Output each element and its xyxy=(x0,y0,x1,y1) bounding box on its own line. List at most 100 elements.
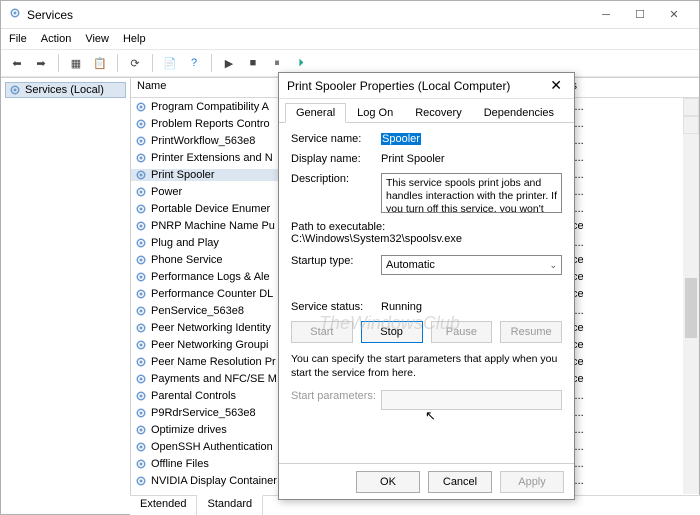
gear-icon xyxy=(135,169,147,181)
gear-icon xyxy=(135,322,147,334)
help-button[interactable]: ? xyxy=(184,53,204,73)
tab-general[interactable]: General xyxy=(285,103,346,123)
properties-dialog: Print Spooler Properties (Local Computer… xyxy=(278,72,575,500)
label-path: Path to executable: xyxy=(291,221,562,233)
tab-logon[interactable]: Log On xyxy=(346,103,404,122)
service-name: Plug and Play xyxy=(151,237,219,249)
service-name: Performance Counter DL xyxy=(151,288,273,300)
gear-icon xyxy=(135,424,147,436)
services-icon xyxy=(9,7,21,22)
service-name: NVIDIA Display Container xyxy=(151,475,277,487)
service-name: Optimize drives xyxy=(151,424,227,436)
separator xyxy=(152,54,153,72)
gear-icon xyxy=(135,288,147,300)
service-name: Portable Device Enumer xyxy=(151,203,270,215)
service-name: Problem Reports Contro xyxy=(151,118,270,130)
gear-icon xyxy=(135,203,147,215)
properties-button[interactable]: 📄 xyxy=(160,53,180,73)
menubar: File Action View Help xyxy=(1,29,699,49)
stop-button[interactable]: Stop xyxy=(361,321,423,343)
tab-standard[interactable]: Standard xyxy=(197,495,263,515)
menu-view[interactable]: View xyxy=(85,33,109,45)
label-service-status: Service status: xyxy=(291,301,381,313)
minimize-button[interactable]: ─ xyxy=(589,4,623,26)
scrollbar-thumb[interactable] xyxy=(685,278,697,338)
note-text: You can specify the start parameters tha… xyxy=(291,353,562,380)
label-description: Description: xyxy=(291,173,381,185)
label-service-name: Service name: xyxy=(291,133,381,145)
startup-type-select[interactable]: Automatic ⌄ xyxy=(381,255,562,275)
cancel-button[interactable]: Cancel xyxy=(428,471,492,493)
forward-button[interactable]: ➡ xyxy=(31,53,51,73)
value-service-name[interactable]: Spooler xyxy=(381,133,421,145)
close-button[interactable]: ✕ xyxy=(657,4,691,26)
resume-button: Resume xyxy=(500,321,562,343)
gear-icon xyxy=(135,118,147,130)
service-name: PenService_563e8 xyxy=(151,305,244,317)
gear-icon xyxy=(135,441,147,453)
startup-type-value: Automatic xyxy=(386,259,435,271)
service-name: OpenSSH Authentication xyxy=(151,441,273,453)
stop-service-button[interactable]: ■ xyxy=(243,53,263,73)
service-name: Program Compatibility A xyxy=(151,101,269,113)
export-button[interactable]: 📋 xyxy=(90,53,110,73)
label-startup-type: Startup type: xyxy=(291,255,381,267)
show-hide-tree-button[interactable]: ▦ xyxy=(66,53,86,73)
dialog-titlebar: Print Spooler Properties (Local Computer… xyxy=(279,73,574,99)
service-name: Phone Service xyxy=(151,254,223,266)
dialog-close-button[interactable]: ✕ xyxy=(546,77,566,94)
gear-icon xyxy=(135,254,147,266)
vertical-scrollbar[interactable] xyxy=(683,98,699,494)
separator xyxy=(58,54,59,72)
service-name: Printer Extensions and N xyxy=(151,152,273,164)
gear-icon xyxy=(135,135,147,147)
menu-file[interactable]: File xyxy=(9,33,27,45)
gear-icon xyxy=(135,152,147,164)
tab-dependencies[interactable]: Dependencies xyxy=(473,103,565,122)
description-textbox[interactable]: This service spools print jobs and handl… xyxy=(381,173,562,213)
restart-service-button[interactable]: ⏵ xyxy=(291,53,311,73)
service-name: PNRP Machine Name Pu xyxy=(151,220,275,232)
gear-icon xyxy=(135,373,147,385)
back-button[interactable]: ⬅ xyxy=(7,53,27,73)
tab-extended[interactable]: Extended xyxy=(130,496,197,515)
gear-icon xyxy=(135,186,147,198)
pause-service-button[interactable]: ⏸ xyxy=(267,53,287,73)
start-service-button[interactable]: ▶ xyxy=(219,53,239,73)
pause-button: Pause xyxy=(431,321,493,343)
dialog-title: Print Spooler Properties (Local Computer… xyxy=(287,79,546,93)
refresh-button[interactable]: ⟳ xyxy=(125,53,145,73)
gear-icon xyxy=(135,458,147,470)
gear-icon xyxy=(9,84,21,96)
gear-icon xyxy=(135,305,147,317)
separator xyxy=(117,54,118,72)
service-name: Peer Networking Groupi xyxy=(151,339,268,351)
service-name: Performance Logs & Ale xyxy=(151,271,270,283)
service-name: Payments and NFC/SE M xyxy=(151,373,277,385)
value-service-status: Running xyxy=(381,301,422,313)
gear-icon xyxy=(135,339,147,351)
window-title: Services xyxy=(27,8,589,22)
label-display-name: Display name: xyxy=(291,153,381,165)
gear-icon xyxy=(135,407,147,419)
start-parameters-input xyxy=(381,390,562,410)
menu-action[interactable]: Action xyxy=(41,33,72,45)
service-name: Parental Controls xyxy=(151,390,236,402)
service-name: Peer Networking Identity xyxy=(151,322,271,334)
maximize-button[interactable]: ☐ xyxy=(623,4,657,26)
titlebar: Services ─ ☐ ✕ xyxy=(1,1,699,29)
service-name: Offline Files xyxy=(151,458,209,470)
separator xyxy=(211,54,212,72)
tree-root[interactable]: Services (Local) xyxy=(5,82,126,98)
ok-button[interactable]: OK xyxy=(356,471,420,493)
label-start-parameters: Start parameters: xyxy=(291,390,381,402)
menu-help[interactable]: Help xyxy=(123,33,146,45)
cursor-icon: ↖ xyxy=(425,408,436,424)
gear-icon xyxy=(135,271,147,283)
dialog-footer: OK Cancel Apply xyxy=(279,463,574,499)
start-button: Start xyxy=(291,321,353,343)
gear-icon xyxy=(135,390,147,402)
gear-icon xyxy=(135,356,147,368)
service-name: Print Spooler xyxy=(151,169,215,181)
tab-recovery[interactable]: Recovery xyxy=(404,103,472,122)
